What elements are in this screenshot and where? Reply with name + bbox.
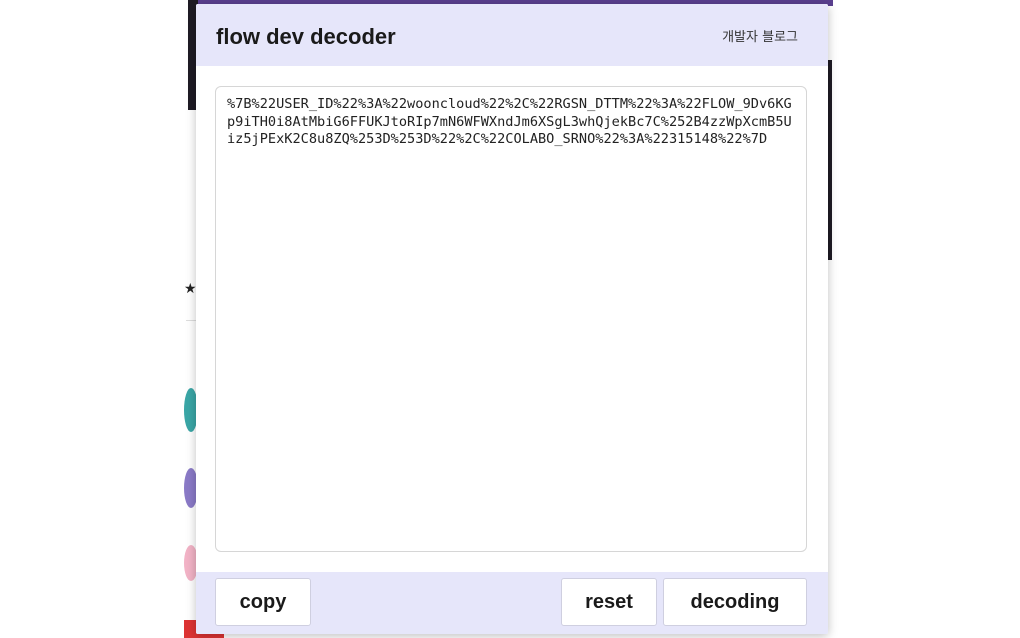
background-star-icon: ★ xyxy=(184,280,197,296)
popup-header: flow dev decoder 개발자 블로그 xyxy=(196,4,828,66)
developer-blog-link[interactable]: 개발자 블로그 xyxy=(722,26,798,45)
background-dark-edge xyxy=(828,60,832,260)
encoded-text-input[interactable] xyxy=(215,86,807,552)
reset-button[interactable]: reset xyxy=(561,578,657,626)
popup-title: flow dev decoder xyxy=(216,24,396,49)
popup-body xyxy=(196,66,828,572)
popup-footer: copy reset decoding xyxy=(196,572,828,634)
decoder-popup: flow dev decoder 개발자 블로그 copy reset deco… xyxy=(196,4,828,634)
decoding-button[interactable]: decoding xyxy=(663,578,807,626)
copy-button[interactable]: copy xyxy=(215,578,311,626)
